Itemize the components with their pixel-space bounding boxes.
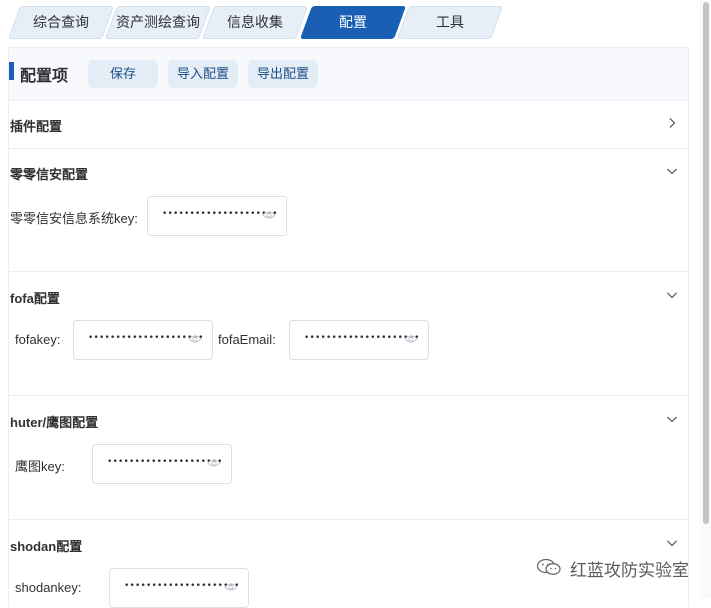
tab-配置[interactable]: 配置	[299, 6, 407, 39]
wechat-icon	[536, 558, 561, 575]
shodan-key-label: shodankey:	[15, 580, 82, 595]
chevron-right-icon	[669, 118, 676, 128]
tab-工具[interactable]: 工具	[396, 6, 504, 39]
import-config-button[interactable]: 导入配置	[168, 60, 238, 88]
section-fofa-header[interactable]: fofa配置	[9, 272, 688, 320]
lingling-key-input[interactable]: •••••••••••••••••••••	[147, 196, 287, 236]
password-value: •••••••••••••••••••••	[124, 581, 240, 591]
chevron-down-icon	[667, 416, 677, 423]
eye-icon[interactable]	[262, 210, 276, 220]
section-title: 插件配置	[10, 119, 63, 134]
section-hunter-header[interactable]: huter/鹰图配置	[9, 396, 688, 444]
shodan-key-input[interactable]: •••••••••••••••••••••	[109, 568, 249, 608]
save-button[interactable]: 保存	[88, 60, 158, 88]
tab-label: 资产测绘查询	[116, 14, 200, 30]
eye-icon[interactable]	[404, 334, 418, 344]
section-plugin-header[interactable]: 插件配置	[9, 100, 688, 149]
section-title: huter/鹰图配置	[10, 415, 99, 430]
watermark-text: 红蓝攻防实验室	[570, 561, 689, 580]
password-value: •••••••••••••••••••••	[162, 209, 278, 219]
fofa-key-label: fofakey:	[15, 332, 61, 347]
section-title: shodan配置	[10, 539, 83, 554]
export-config-button[interactable]: 导出配置	[248, 60, 318, 88]
hunter-key-input[interactable]: •••••••••••••••••••••	[92, 444, 232, 484]
lingling-key-label: 零零信安信息系统key:	[10, 211, 138, 226]
fofa-key-input[interactable]: •••••••••••••••••••••	[73, 320, 213, 360]
scrollbar-thumb[interactable]	[703, 2, 709, 524]
page-title: 配置项	[20, 68, 69, 85]
title-accent-bar	[9, 62, 14, 80]
fofa-email-input[interactable]: •••••••••••••••••••••	[289, 320, 429, 360]
password-value: •••••••••••••••••••••	[304, 333, 420, 343]
tab-信息收集[interactable]: 信息收集	[201, 6, 309, 39]
eye-icon[interactable]	[188, 334, 202, 344]
fofa-email-label: fofaEmail:	[218, 332, 276, 347]
tab-label: 信息收集	[227, 14, 283, 30]
hunter-key-label: 鹰图key:	[15, 459, 65, 474]
chevron-down-icon	[667, 292, 677, 299]
tab-label: 综合查询	[33, 14, 89, 30]
tab-label: 配置	[339, 14, 367, 30]
tab-资产测绘查询[interactable]: 资产测绘查询	[104, 6, 212, 39]
chevron-down-icon	[667, 168, 677, 175]
config-panel: 配置项 保存 导入配置 导出配置 插件配置 零零信安配置 零零信安信息系统key…	[8, 47, 689, 608]
section-title: 零零信安配置	[10, 167, 89, 182]
config-header: 配置项 保存 导入配置 导出配置	[9, 47, 688, 101]
chevron-down-icon	[667, 540, 677, 547]
eye-icon[interactable]	[224, 582, 238, 592]
tab-综合查询[interactable]: 综合查询	[7, 6, 115, 39]
tab-label: 工具	[436, 14, 464, 30]
section-lingling-header[interactable]: 零零信安配置	[9, 148, 688, 196]
section-title: fofa配置	[10, 291, 60, 306]
password-value: •••••••••••••••••••••	[88, 333, 204, 343]
eye-icon[interactable]	[207, 458, 221, 468]
password-value: •••••••••••••••••••••	[107, 457, 223, 467]
